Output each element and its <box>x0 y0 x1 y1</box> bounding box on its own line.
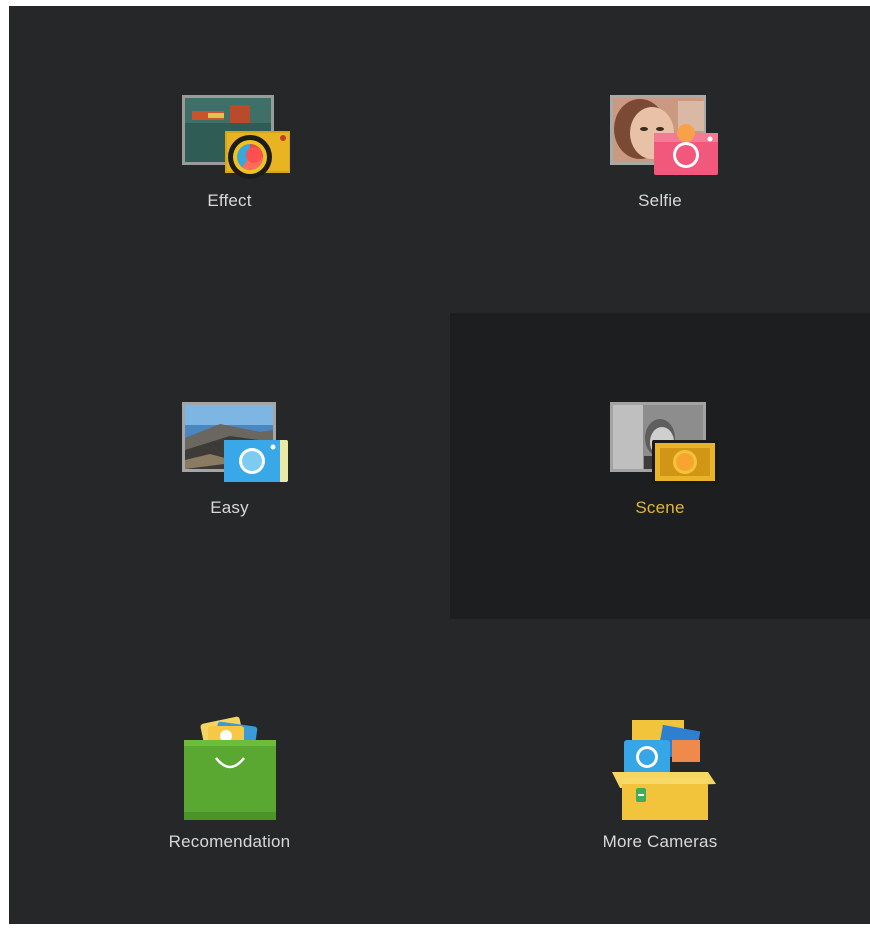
mode-label-selfie: Selfie <box>638 191 682 210</box>
scene-camera-icon <box>600 398 720 488</box>
effect-camera-icon <box>170 91 290 181</box>
mode-label-recommendation: Recomendation <box>168 832 291 851</box>
mode-tile-easy[interactable]: Easy <box>9 313 450 619</box>
mode-tile-recommendation[interactable]: Recomendation <box>9 619 450 924</box>
easy-camera-icon <box>170 398 290 488</box>
camera-mode-grid: Effect Selfie Easy Scene Recomendation M… <box>9 6 870 924</box>
mode-tile-scene[interactable]: Scene <box>450 313 870 619</box>
mode-label-more-cameras: More Cameras <box>602 832 718 851</box>
camera-box-icon <box>600 714 720 824</box>
mode-tile-more-cameras[interactable]: More Cameras <box>450 619 870 924</box>
mode-label-effect: Effect <box>207 191 252 210</box>
mode-tile-effect[interactable]: Effect <box>9 6 450 313</box>
mode-label-easy: Easy <box>210 498 249 517</box>
mode-tile-selfie[interactable]: Selfie <box>450 6 870 313</box>
mode-label-scene: Scene <box>635 498 685 517</box>
shopping-bag-icon <box>170 714 290 824</box>
selfie-camera-icon <box>600 91 720 181</box>
